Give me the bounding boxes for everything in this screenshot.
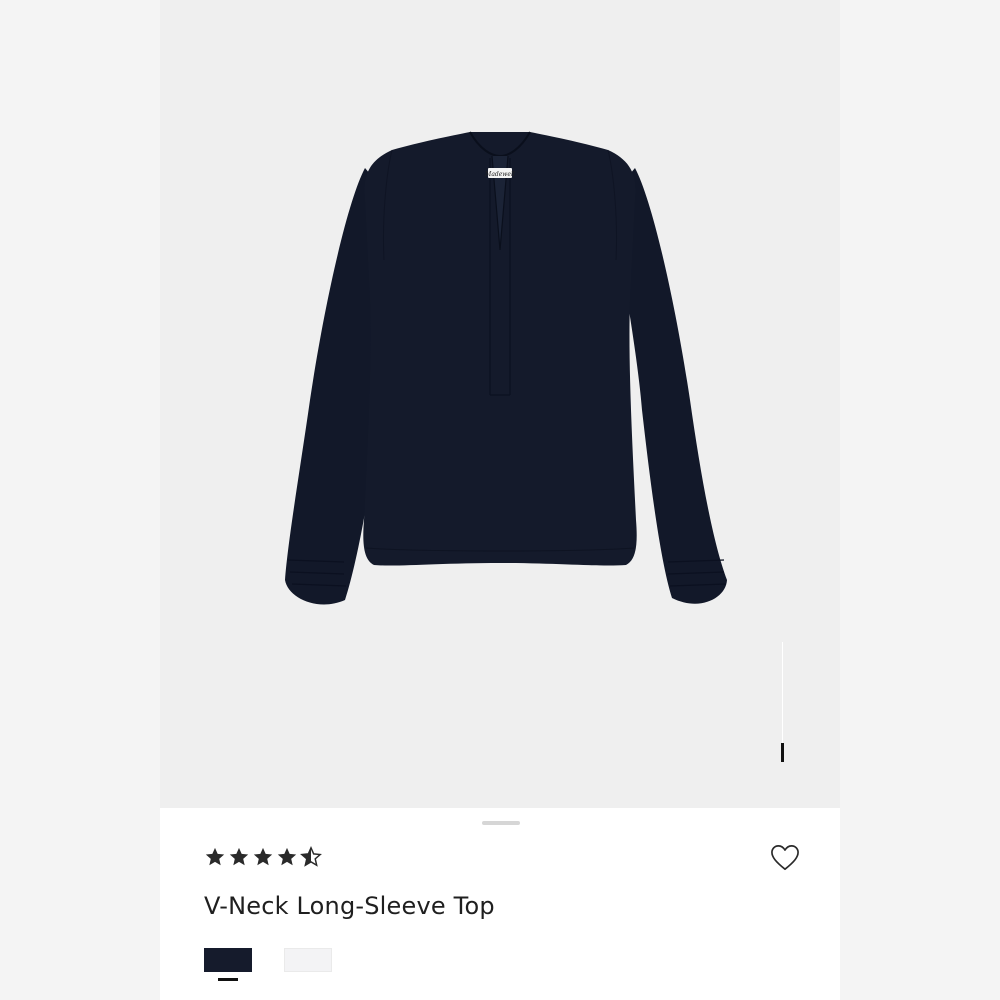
sheet-drag-handle[interactable] <box>482 821 520 825</box>
product-info-sheet: V-Neck Long-Sleeve Top <box>160 808 840 1000</box>
star-icon <box>277 847 297 866</box>
gallery-scroll-thumb[interactable] <box>781 743 784 762</box>
right-gutter <box>840 0 1000 1000</box>
product-image-gallery[interactable]: Madewell <box>160 0 840 808</box>
product-title: V-Neck Long-Sleeve Top <box>204 892 495 920</box>
heart-outline-icon[interactable] <box>770 844 800 872</box>
selected-swatch-indicator <box>218 978 238 981</box>
navy-swatch[interactable] <box>204 948 252 972</box>
star-icon <box>253 847 273 866</box>
product-image: Madewell <box>285 131 727 605</box>
product-page: Madewell V-Neck Long-Sleeve Top <box>0 0 1000 1000</box>
star-rating[interactable] <box>204 844 322 870</box>
star-icon <box>205 847 225 866</box>
svg-text:Madewell: Madewell <box>484 171 515 178</box>
left-gutter <box>0 0 160 1000</box>
white-swatch[interactable] <box>284 948 332 972</box>
star-half-icon <box>300 846 322 867</box>
star-icon <box>229 847 249 866</box>
